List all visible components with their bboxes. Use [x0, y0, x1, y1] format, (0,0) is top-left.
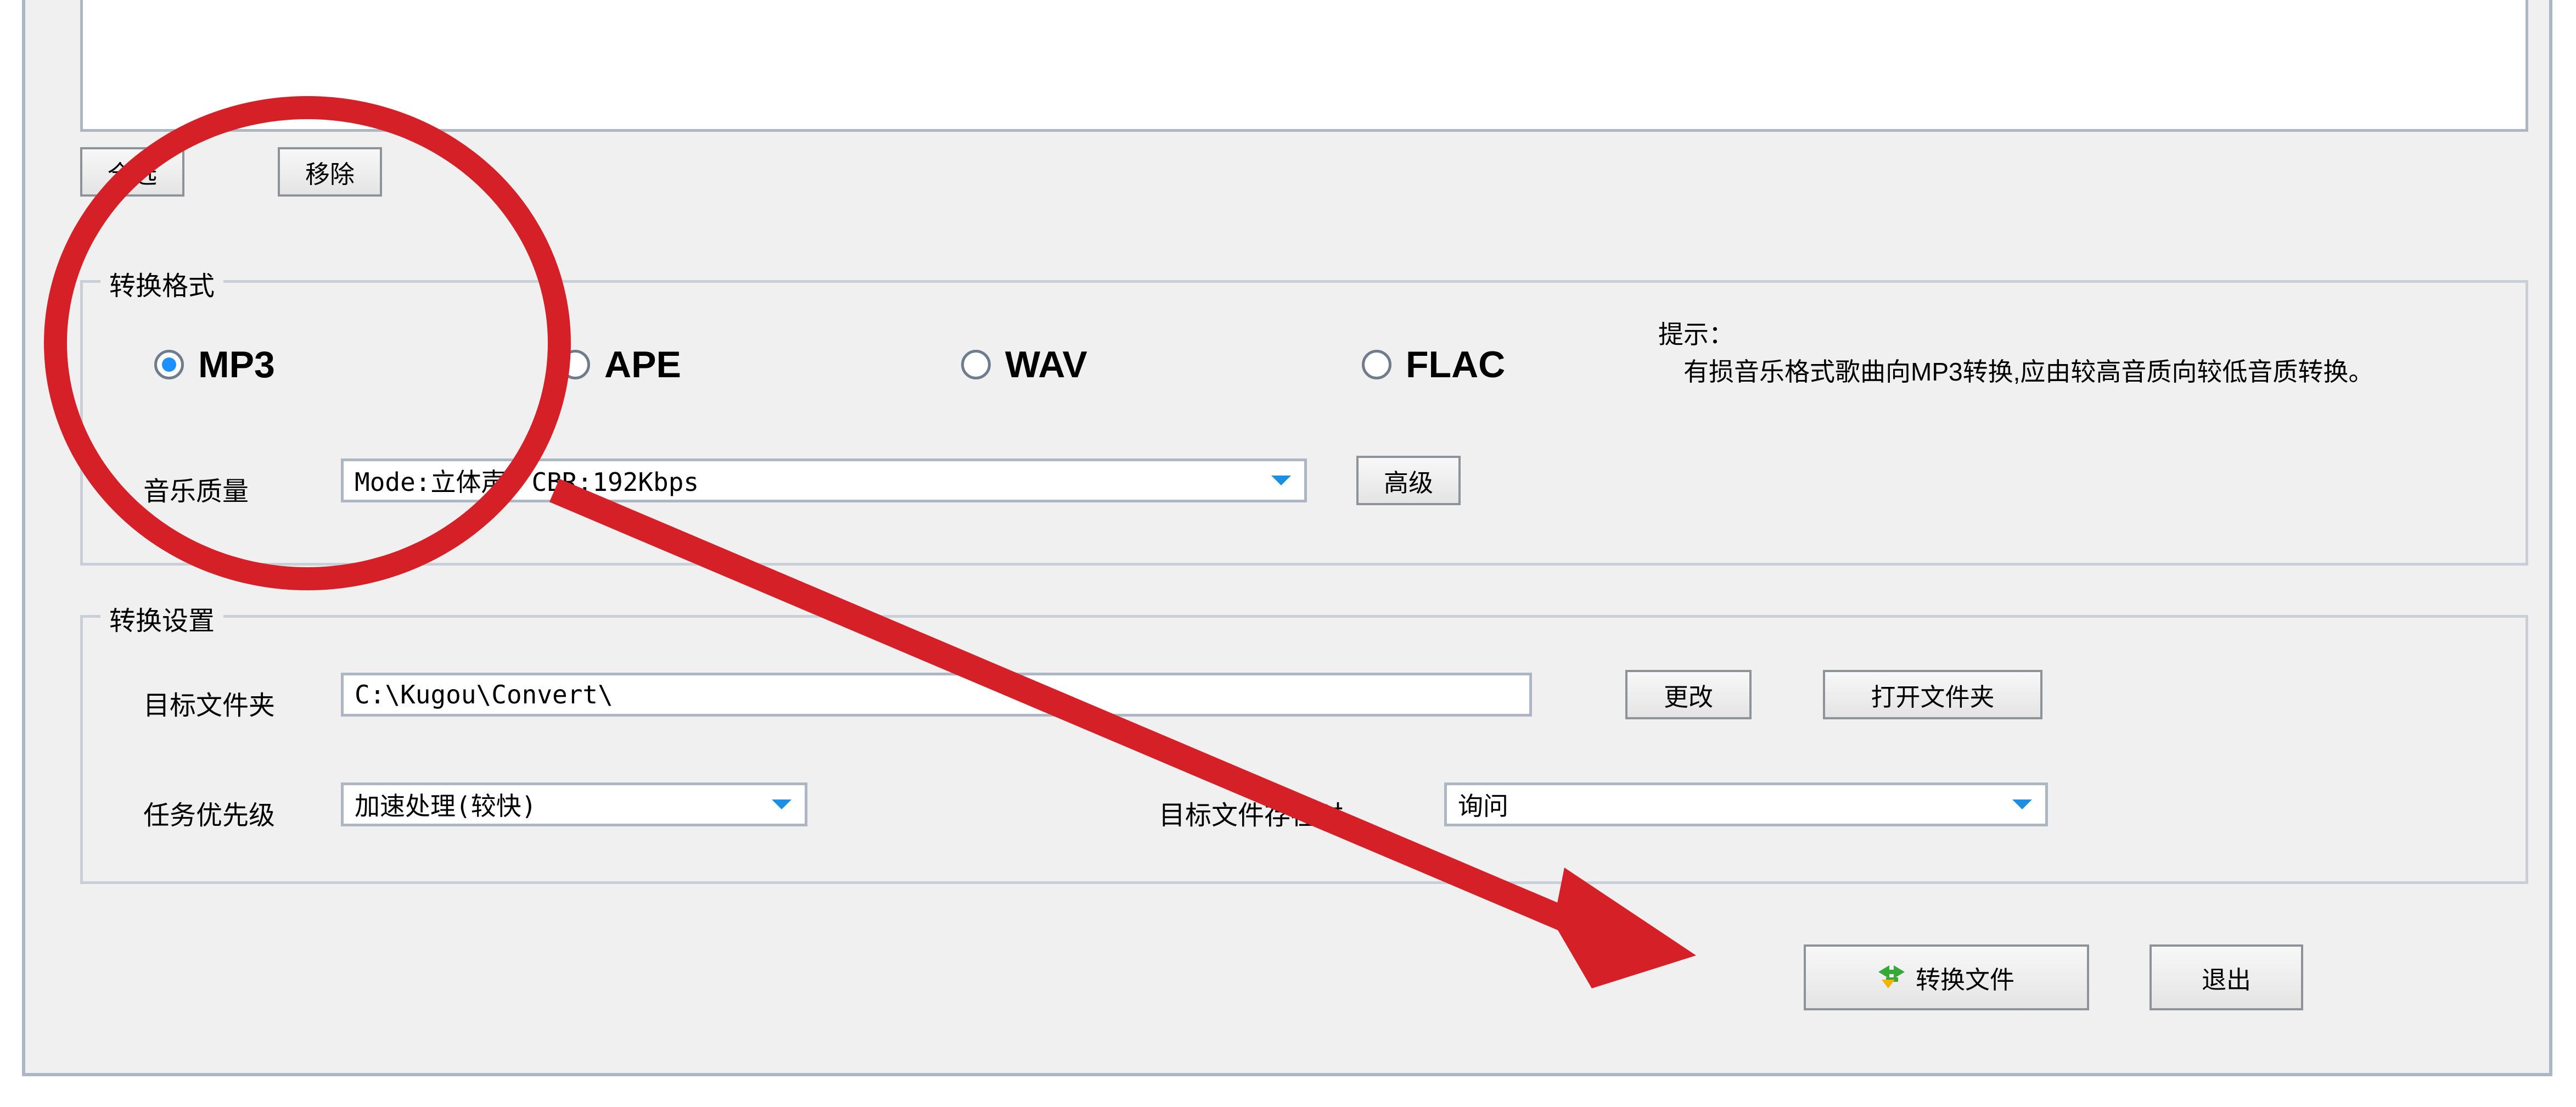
exit-label: 退出: [2202, 960, 2251, 996]
chevron-down-icon: [1271, 476, 1291, 485]
select-all-label: 全选: [108, 154, 157, 190]
quality-value: Mode:立体声；CBR:192Kbps: [355, 462, 699, 499]
settings-group-legend: 转换设置: [100, 599, 223, 638]
convert-button[interactable]: 转换文件: [1804, 944, 2089, 1010]
format-radio-wav-label: WAV: [1005, 343, 1087, 386]
priority-dropdown[interactable]: 加速处理(较快): [341, 782, 807, 826]
priority-label: 任务优先级: [143, 793, 275, 832]
advanced-label: 高级: [1384, 463, 1433, 499]
priority-value: 加速处理(较快): [355, 786, 536, 823]
open-folder-button[interactable]: 打开文件夹: [1823, 670, 2042, 719]
remove-button[interactable]: 移除: [278, 147, 382, 197]
quality-label: 音乐质量: [143, 469, 249, 508]
file-list-box: [80, 0, 2528, 132]
exists-value: 询问: [1458, 786, 1508, 823]
exists-dropdown[interactable]: 询问: [1444, 782, 2048, 826]
format-hint-title: 提示：: [1658, 320, 1734, 349]
dest-input[interactable]: C:\Kugou\Convert\: [341, 673, 1532, 717]
format-radio-flac[interactable]: FLAC: [1362, 343, 1505, 386]
exit-button[interactable]: 退出: [2150, 944, 2303, 1010]
dest-value: C:\Kugou\Convert\: [355, 680, 613, 709]
radio-dot-icon: [1362, 350, 1391, 379]
radio-dot-icon: [560, 350, 590, 379]
change-dest-label: 更改: [1664, 677, 1713, 713]
format-group-legend: 转换格式: [100, 264, 223, 303]
format-hint: 提示： 有损音乐格式歌曲向MP3转换,应由较高音质向较低音质转换。: [1658, 316, 2493, 390]
change-dest-button[interactable]: 更改: [1625, 670, 1752, 719]
convert-label: 转换文件: [1916, 960, 2014, 996]
quality-dropdown[interactable]: Mode:立体声；CBR:192Kbps: [341, 459, 1307, 502]
format-group: 转换格式 MP3 APE WAV FLAC 提示： 有损音乐格式歌曲向MP3转换…: [80, 280, 2528, 566]
format-radio-ape[interactable]: APE: [560, 343, 681, 386]
dest-label: 目标文件夹: [143, 684, 275, 722]
radio-dot-icon: [154, 350, 184, 379]
format-radio-flac-label: FLAC: [1406, 343, 1505, 386]
format-radio-wav[interactable]: WAV: [961, 343, 1087, 386]
chevron-down-icon: [772, 800, 792, 809]
exists-label: 目标文件存在时: [1159, 793, 1343, 832]
format-radio-mp3[interactable]: MP3: [154, 343, 275, 386]
chevron-down-icon: [2012, 800, 2032, 809]
select-all-button[interactable]: 全选: [80, 147, 184, 197]
format-radio-ape-label: APE: [604, 343, 681, 386]
radio-dot-icon: [961, 350, 991, 379]
format-radio-mp3-label: MP3: [198, 343, 275, 386]
settings-group: 转换设置 目标文件夹 C:\Kugou\Convert\ 更改 打开文件夹 任务…: [80, 615, 2528, 884]
convert-icon: [1878, 964, 1905, 991]
remove-label: 移除: [305, 154, 355, 190]
open-folder-label: 打开文件夹: [1871, 677, 1994, 713]
advanced-button[interactable]: 高级: [1356, 456, 1461, 505]
format-hint-body: 有损音乐格式歌曲向MP3转换,应由较高音质向较低音质转换。: [1658, 357, 2373, 386]
dialog-frame: 全选 移除 转换格式 MP3 APE WAV FLAC 提示： 有损音乐格: [22, 0, 2552, 1076]
